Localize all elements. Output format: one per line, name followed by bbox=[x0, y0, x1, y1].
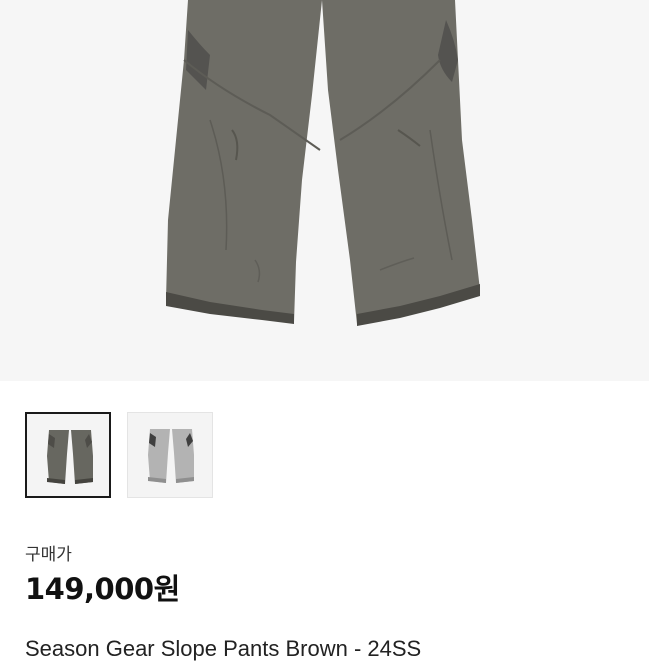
pants-illustration bbox=[166, 0, 480, 326]
price-label: 구매가 bbox=[25, 545, 72, 565]
price-value: 149,000원 bbox=[25, 572, 180, 606]
thumbnail-brown[interactable] bbox=[25, 412, 111, 498]
pants-thumbnail-icon bbox=[148, 429, 194, 483]
product-main-image[interactable] bbox=[0, 0, 649, 381]
pants-thumbnail-icon bbox=[47, 430, 93, 484]
thumbnail-light-grey[interactable] bbox=[127, 412, 213, 498]
product-title: Season Gear Slope Pants Brown - 24SS bbox=[25, 636, 422, 661]
